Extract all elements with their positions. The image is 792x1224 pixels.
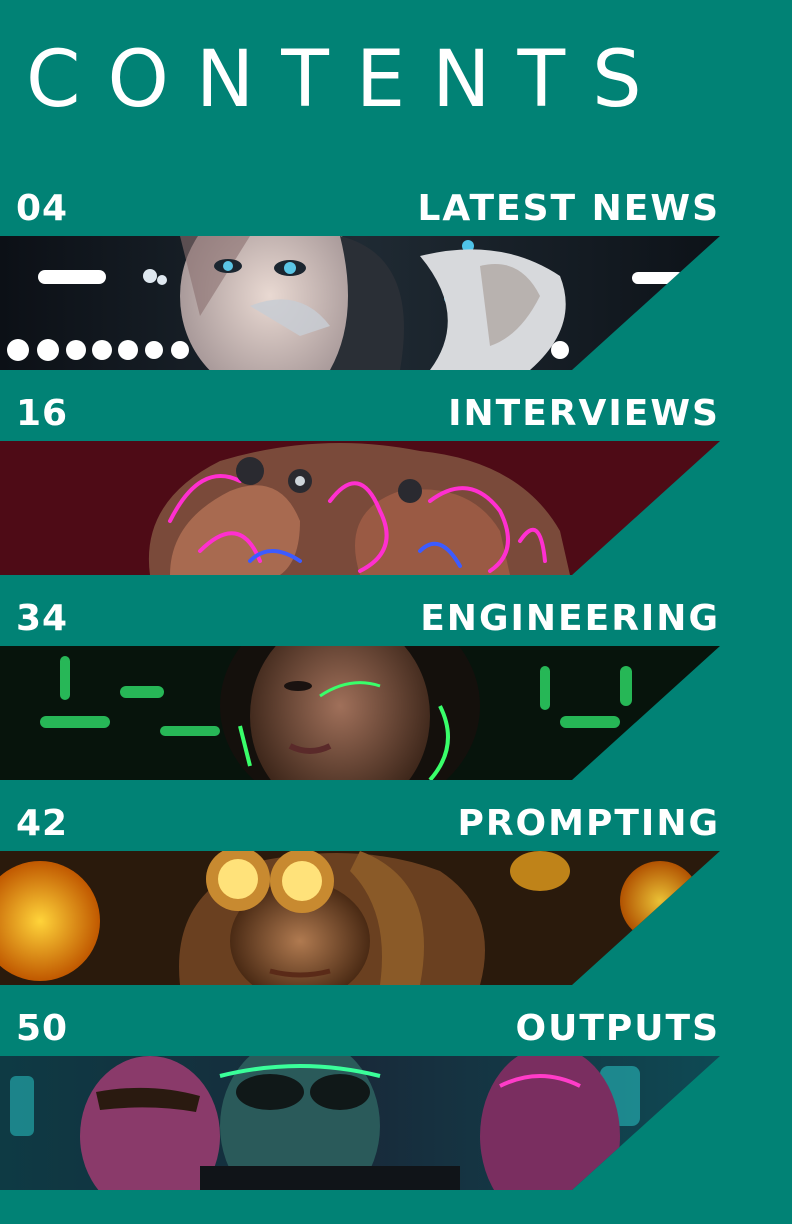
page-number: 50 (16, 1008, 69, 1049)
section-label: LATEST NEWS (417, 188, 720, 229)
section-banner-image (0, 441, 720, 575)
section-banner-image (0, 851, 720, 985)
page-number: 34 (16, 598, 69, 639)
section-label: OUTPUTS (515, 1008, 720, 1049)
section-label: INTERVIEWS (448, 393, 720, 434)
page-number: 04 (16, 188, 69, 229)
section-banner-image (0, 236, 720, 370)
section-banner-image (0, 1056, 720, 1190)
toc-entry-interviews[interactable]: 16 INTERVIEWS (0, 389, 792, 579)
section-banner-image (0, 646, 720, 780)
toc-entry-engineering[interactable]: 34 ENGINEERING (0, 594, 792, 784)
toc-entry-prompting[interactable]: 42 PROMPTING (0, 799, 792, 989)
contents-title: CONTENTS (26, 35, 669, 125)
section-label: PROMPTING (457, 803, 720, 844)
section-label: ENGINEERING (420, 598, 720, 639)
toc-entry-latest-news[interactable]: 04 LATEST NEWS (0, 184, 792, 374)
page-number: 42 (16, 803, 69, 844)
page-number: 16 (16, 393, 69, 434)
toc-entry-outputs[interactable]: 50 OUTPUTS (0, 1004, 792, 1194)
